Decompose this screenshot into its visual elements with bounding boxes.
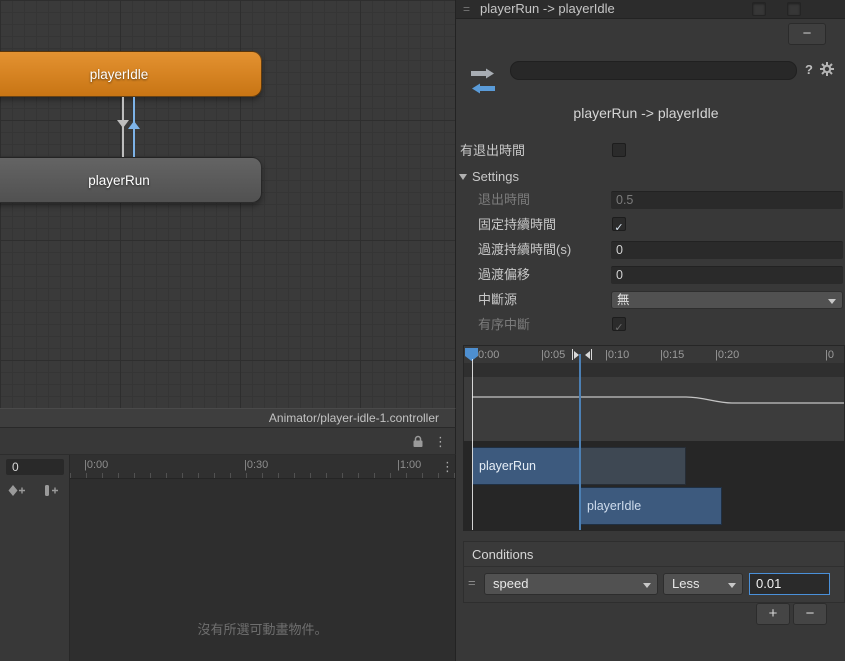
transition-arrows[interactable] <box>116 0 146 260</box>
help-icon[interactable]: ? <box>805 62 813 77</box>
transition-handle[interactable] <box>572 349 573 360</box>
animation-dopesheet-area: 沒有所選可動畫物件。 <box>70 479 456 661</box>
drag-handle-icon: = <box>463 2 471 16</box>
drag-handle-icon[interactable]: = <box>468 575 476 590</box>
check-icon: ✓ <box>614 322 624 334</box>
ordered-interruption-checkbox: ✓ <box>612 317 626 334</box>
transition-handle[interactable] <box>591 349 592 360</box>
add-condition-button[interactable]: + <box>756 603 790 625</box>
transition-offset-field[interactable]: 0 <box>611 266 843 284</box>
transition-icon <box>471 68 495 94</box>
chevron-down-icon <box>728 583 736 588</box>
inspector-panel: = playerRun -> playerIdle − ? playerRun … <box>456 0 845 661</box>
kebab-menu-icon[interactable]: ⋮ <box>441 460 454 474</box>
lock-icon[interactable] <box>412 435 424 448</box>
remove-condition-button[interactable]: − <box>793 603 827 625</box>
exit-time-field: 0.5 <box>611 191 843 209</box>
unity-editor-window: playerIdle playerRun Animator/player-idl… <box>0 0 845 661</box>
ruler-tick: |0:20 <box>715 349 740 361</box>
clip-bar-playerrun[interactable]: playerRun <box>472 447 580 485</box>
clip-bar-label: playerIdle <box>587 499 642 513</box>
animator-graph-panel: playerIdle playerRun <box>0 0 456 408</box>
solo-checkbox[interactable] <box>752 2 766 16</box>
ruler-tick: 0:00 <box>478 349 500 361</box>
clip-bar-label: playerRun <box>479 459 536 473</box>
ruler-tick: |0:05 <box>541 349 566 361</box>
gear-icon[interactable] <box>820 62 834 76</box>
condition-threshold-field[interactable]: 0.01 <box>749 573 830 595</box>
animation-toolbar: ⋮ <box>0 428 456 455</box>
transition-preview-timeline: 0:00 |0:05 |0:10 |0:15 |0:20 |0 playerRu… <box>463 345 845 531</box>
blend-curve-area <box>464 363 844 441</box>
transition-offset-label: 過渡偏移 <box>478 267 531 282</box>
has-exit-time-checkbox[interactable] <box>612 143 626 157</box>
playhead-line[interactable] <box>472 359 473 530</box>
fixed-duration-label: 固定持續時間 <box>478 217 557 232</box>
transition-row-title: playerRun -> playerIdle <box>480 1 615 16</box>
exit-time-value: 0.5 <box>616 193 634 207</box>
minus-icon: − <box>802 25 812 42</box>
graph-status-bar: Animator/player-idle-1.controller <box>0 408 456 428</box>
condition-operator-dropdown[interactable]: Less <box>663 573 743 595</box>
condition-operator-value: Less <box>672 576 700 591</box>
add-event-icon[interactable] <box>44 484 60 497</box>
ruler-tick: |0:30 <box>244 459 269 471</box>
transition-start-line[interactable] <box>579 354 581 530</box>
condition-parameter-value: speed <box>493 576 529 591</box>
condition-parameter-dropdown[interactable]: speed <box>484 573 658 595</box>
clip-bar-playerrun-extension[interactable] <box>580 447 686 485</box>
interruption-source-dropdown[interactable]: 無 <box>611 291 843 309</box>
condition-threshold-value: 0.01 <box>756 576 782 591</box>
kebab-menu-icon[interactable]: ⋮ <box>434 435 447 449</box>
settings-foldout[interactable]: Settings <box>472 168 519 186</box>
chevron-down-icon <box>828 299 836 304</box>
mute-checkbox[interactable] <box>787 2 801 16</box>
preview-clip-rows: playerRun playerIdle <box>464 441 844 530</box>
animation-timeline-ruler[interactable]: |0:00 |0:30 |1:00 ⋮ <box>70 455 456 479</box>
plus-icon: + <box>768 605 778 622</box>
ordered-interruption-label: 有序中斷 <box>478 317 531 332</box>
transition-title: playerRun -> playerIdle <box>573 105 719 121</box>
transition-duration-value: 0 <box>616 243 623 257</box>
remove-transition-button[interactable]: − <box>788 23 826 45</box>
frame-field[interactable]: 0 <box>6 459 64 475</box>
blend-curve <box>472 396 844 404</box>
transition-duration-field[interactable]: 0 <box>611 241 843 259</box>
ruler-tick: |0:10 <box>605 349 630 361</box>
minus-icon: − <box>805 605 815 622</box>
arrow-up-icon <box>128 121 140 129</box>
transition-offset-value: 0 <box>616 268 623 282</box>
preview-ruler[interactable]: 0:00 |0:05 |0:10 |0:15 |0:20 |0 <box>464 346 844 363</box>
ruler-tick: |0:15 <box>660 349 685 361</box>
transition-list-row[interactable]: = playerRun -> playerIdle <box>456 0 845 19</box>
fixed-duration-checkbox[interactable]: ✓ <box>612 217 626 234</box>
chevron-down-icon <box>643 583 651 588</box>
interruption-source-label: 中斷源 <box>478 292 518 307</box>
no-animatable-object-message: 沒有所選可動畫物件。 <box>197 622 328 637</box>
transition-name-field[interactable] <box>510 61 797 80</box>
add-keyframe-icon[interactable] <box>8 484 26 497</box>
exit-time-label: 退出時間 <box>478 192 531 207</box>
clip-bar-playeridle[interactable]: playerIdle <box>580 487 722 525</box>
ruler-tick: |0 <box>825 349 834 361</box>
has-exit-time-label: 有退出時間 <box>460 143 526 158</box>
ruler-minor-ticks <box>70 473 455 478</box>
transition-duration-label: 過渡持續時間(s) <box>478 242 572 257</box>
frame-value: 0 <box>12 460 19 474</box>
conditions-section: Conditions = speed Less 0.01 <box>463 541 845 603</box>
interruption-source-value: 無 <box>617 293 630 307</box>
ruler-tick: |0:00 <box>84 459 109 471</box>
ruler-tick: |1:00 <box>397 459 422 471</box>
foldout-triangle-icon <box>459 174 467 180</box>
conditions-header: Conditions <box>464 542 844 567</box>
check-icon: ✓ <box>614 222 624 234</box>
controller-path: Animator/player-idle-1.controller <box>268 411 439 425</box>
animation-left-column: 0 <box>0 455 70 661</box>
transition-handle-arrow <box>585 351 590 359</box>
